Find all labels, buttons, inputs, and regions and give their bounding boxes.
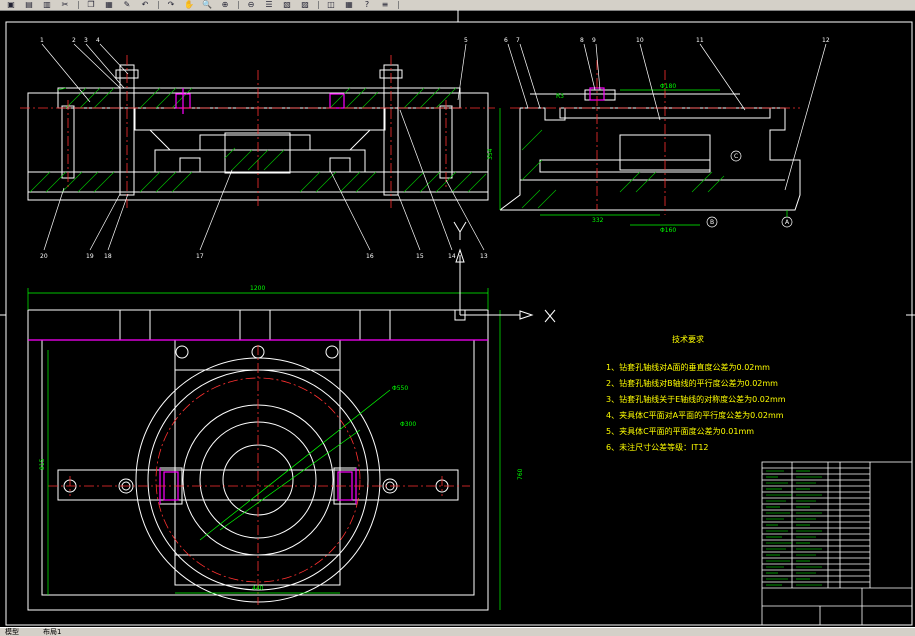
datum-a: A [785,219,790,226]
print-icon[interactable]: ▤ [22,0,36,9]
balloon-19: 19 [86,253,94,260]
tech-req-item-6: 6、未注尺寸公差等级：IT12 [606,442,709,452]
tech-req-item-1: 1、钻套孔轴线对A面的垂直度公差为0.02mm [606,362,770,372]
balloon-15: 15 [416,253,424,260]
dim-815: 815 [39,458,46,470]
properties-icon[interactable]: ☰ [262,0,276,9]
zoom-window-icon[interactable]: ⊕ [218,0,232,9]
help-icon[interactable]: ? [360,0,374,9]
drawing-frame [0,10,915,626]
ucs-icon [453,221,556,323]
tech-req-title: 技术要求 [672,334,704,344]
balloon-6: 6 [504,37,508,44]
layers-icon[interactable]: ≡ [378,0,392,9]
toolbar-separator [238,1,239,9]
copy-icon[interactable]: ❐ [84,0,98,9]
dim-354: 354 [487,148,494,160]
tool-palette-icon[interactable]: ▨ [298,0,312,9]
cad-drawing-canvas[interactable]: 1 2 3 4 5 20 19 18 17 16 15 14 13 354 33… [0,10,915,627]
balloon-4: 4 [96,37,100,44]
toolbar-separator [398,1,399,9]
preview-icon[interactable]: ▥ [40,0,54,9]
dim-dia300: Φ300 [400,421,416,428]
balloon-14: 14 [448,253,456,260]
dim-332: 332 [592,217,604,224]
dim-dia160: Φ160 [660,227,676,234]
balloon-7: 7 [516,37,520,44]
balloon-8: 8 [580,37,584,44]
balloon-9: 9 [592,37,596,44]
grid-icon[interactable]: ▦ [342,0,356,9]
balloon-5: 5 [464,37,468,44]
balloon-16: 16 [366,253,374,260]
toolbar-separator [158,1,159,9]
save-icon[interactable]: ▣ [4,0,18,9]
top-view: 1200 760 815 440 Φ300 Φ550 [27,285,524,611]
cut-icon[interactable]: ✂ [58,0,72,9]
dim-760: 760 [517,468,524,480]
undo-icon[interactable]: ↶ [138,0,152,9]
toolbar-separator [78,1,79,9]
dim-dia180: Φ180 [660,83,676,90]
balloon-12: 12 [822,37,830,44]
balloon-18: 18 [104,253,112,260]
balloon-2: 2 [72,37,76,44]
tech-req-item-4: 4、夹具体C平面对A平面的平行度公差为0.02mm [606,410,784,420]
balloon-17: 17 [196,253,204,260]
title-block [761,461,913,626]
zoom-realtime-icon[interactable]: 🔍 [200,0,214,9]
pan-icon[interactable]: ✋ [182,0,196,9]
front-section-view: 1 2 3 4 5 20 19 18 17 16 15 14 13 [20,37,495,260]
tech-req-item-3: 3、钻套孔轴线关于E轴线的对称度公差为0.02mm [606,394,786,404]
tech-req-item-5: 5、夹具体C平面的平面度公差为0.01mm [606,426,754,436]
dim-1200: 1200 [250,285,265,292]
toolbar-separator [318,1,319,9]
balloon-11: 11 [696,37,704,44]
balloon-20: 20 [40,253,48,260]
technical-requirements: 技术要求 1、钻套孔轴线对A面的垂直度公差为0.02mm 2、钻套孔轴线对B轴线… [606,334,786,452]
dim-440: 440 [252,585,264,592]
side-section-view: 354 332 R3 Φ160 Φ180 B C A 6 7 8 9 10 11 [487,37,830,234]
datum-b: B [710,219,714,226]
design-center-icon[interactable]: ▧ [280,0,294,9]
zoom-previous-icon[interactable]: ⊖ [244,0,258,9]
layer-icon[interactable]: ◫ [324,0,338,9]
balloon-10: 10 [636,37,644,44]
tech-req-item-2: 2、钻套孔轴线对B轴线的平行度公差为0.02mm [606,378,778,388]
balloon-1: 1 [40,37,44,44]
datum-c: C [734,153,738,160]
paste-icon[interactable]: ▦ [102,0,116,9]
match-prop-icon[interactable]: ✎ [120,0,134,9]
balloon-3: 3 [84,37,88,44]
dim-r3: R3 [556,93,564,100]
redo-icon[interactable]: ↷ [164,0,178,9]
balloon-13: 13 [480,253,488,260]
dim-dia550: Φ550 [392,385,408,392]
